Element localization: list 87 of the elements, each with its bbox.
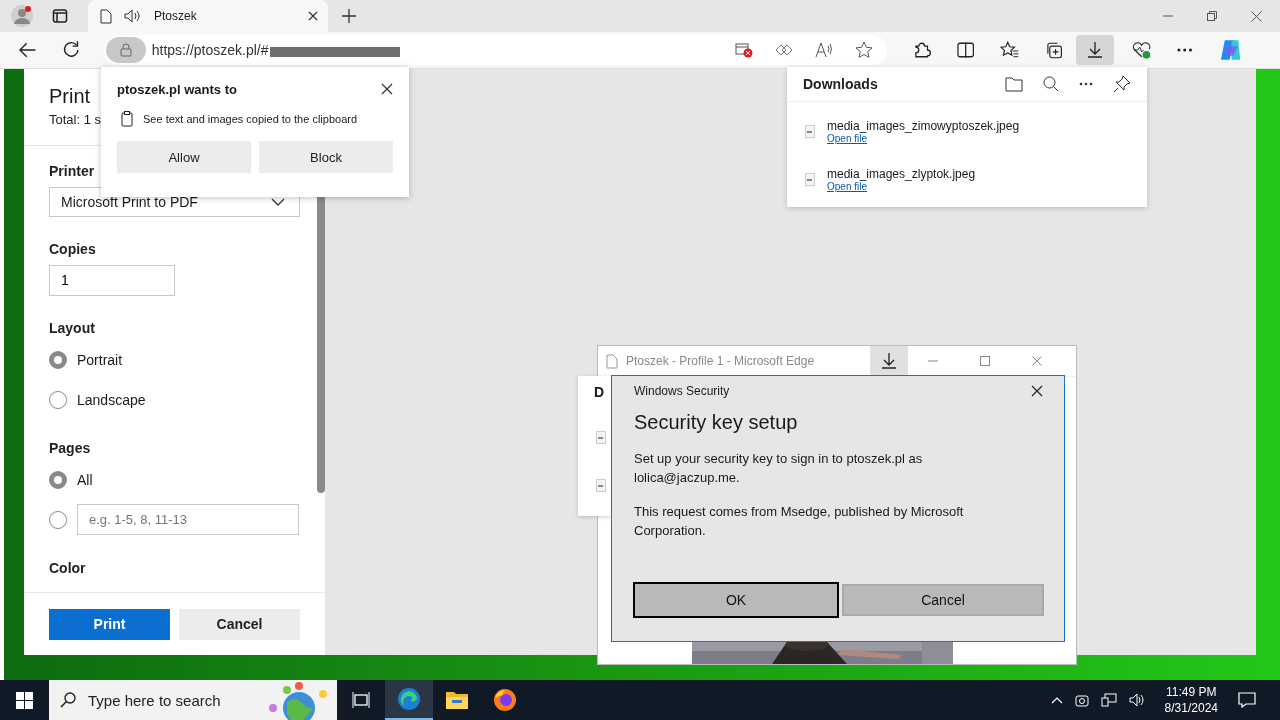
taskbar-search-field[interactable]: Type here to search [49,680,337,720]
copies-label: Copies [49,240,97,257]
dialog-text: This request comes from Msedge, published by Microsoft Corporation. [634,503,965,540]
edge-app-icon[interactable] [385,680,433,720]
downloads-title: D [594,384,605,400]
new-tab-icon[interactable] [342,9,356,23]
collections-icon[interactable] [1045,40,1063,59]
page-icon [606,353,618,369]
layout-label: Layout [49,319,96,336]
downloads-button[interactable] [1075,34,1115,65]
window-title: Ptoszek - Profile 1 - Microsoft Edge [626,354,815,368]
image-file-icon [596,431,606,444]
address-bar[interactable]: https://ptoszek.pl/# [103,34,888,65]
cancel-button[interactable]: Cancel [179,608,300,640]
back-icon[interactable] [19,41,37,58]
copies-field[interactable]: 1 [49,264,175,296]
total-text: Total: 1 s [49,111,102,127]
blocked-popup-icon[interactable] [735,41,754,58]
split-screen-icon[interactable] [956,41,974,58]
print-title: Print [49,84,91,108]
network-icon[interactable] [1100,693,1117,707]
download-icon [1087,41,1102,58]
url-text: https://ptoszek.pl/# [151,41,269,58]
file-name: media_images_zimowyptoszek.jpeg [827,118,1020,133]
clipboard-icon [121,111,133,127]
dialog-text: Set up your security key to sign in to ptoszek.pl as lolica@jaczup.me. [634,450,924,487]
more-icon[interactable] [1177,47,1193,52]
dialog-caption: Windows Security [634,384,730,398]
restore-icon[interactable] [1207,11,1217,21]
close-icon[interactable] [1031,385,1043,397]
folder-icon[interactable] [1005,76,1023,92]
favorites-icon[interactable] [999,40,1020,59]
file-name: media_images_zlyptok.jpeg [827,166,976,181]
image-file-icon [805,172,815,186]
windows-start-icon[interactable] [16,691,33,709]
lock-icon[interactable] [119,42,132,57]
dialog-button[interactable]: Cancel [842,584,1044,616]
download-icon [882,353,896,369]
downloads-button[interactable] [870,346,908,376]
health-icon[interactable] [1132,40,1152,59]
dialog-title: Security key setup [634,411,799,434]
image-file-icon [805,124,815,138]
close-icon[interactable] [381,83,393,95]
permission-text: See text and images copied to the clipboard [143,113,358,125]
page-icon [100,8,112,24]
image-file-icon [596,479,606,492]
profile-avatar-icon[interactable] [11,5,33,27]
close-icon[interactable] [308,11,318,21]
refresh-icon[interactable] [63,41,80,59]
permission-button[interactable]: Allow [117,141,251,173]
radio-label: All [77,471,93,488]
browser-tab[interactable]: Ptoszek [88,0,328,32]
camera-icon[interactable] [1074,693,1089,707]
printer-label: Printer [49,162,96,179]
open-file-link[interactable]: Open file [827,180,868,192]
puzzle-icon[interactable] [913,40,931,59]
close-icon[interactable] [1251,10,1262,22]
radio-button[interactable] [49,470,67,489]
more-icon[interactable] [1079,82,1093,86]
radio-label: Portrait [77,351,123,368]
radio-button[interactable] [49,350,67,369]
page-range-field[interactable]: e.g. 1-5, 8, 11-13 [77,504,299,536]
permission-button[interactable]: Block [259,141,393,173]
clock-date[interactable]: 8/31/2024 [1164,700,1218,716]
color-label: Color [49,559,87,576]
dialog-button[interactable]: OK [633,582,839,618]
notification-icon[interactable] [1238,692,1256,708]
downloads-title: Downloads [803,76,878,92]
tab-actions-icon[interactable] [52,8,68,24]
speaker-icon[interactable] [1128,693,1145,707]
search-icon [60,692,76,708]
pages-label: Pages [49,439,92,456]
clock-time[interactable]: 11:49 PM [1166,684,1217,700]
open-file-link[interactable]: Open file [827,132,868,144]
copilot-icon[interactable] [1218,37,1242,62]
chevron-down-icon [271,197,285,206]
link-icon[interactable] [775,43,794,56]
star-icon[interactable] [855,40,874,59]
chevron-up-icon[interactable] [1050,696,1063,704]
read-aloud-icon[interactable] [815,41,834,58]
print-button[interactable]: Print [49,608,170,640]
radio-label: Landscape [77,391,146,408]
pin-icon[interactable] [1113,75,1131,93]
maximize-icon[interactable] [980,356,990,366]
search-icon[interactable] [1043,76,1059,92]
popup-title: ptoszek.pl wants to [117,81,237,97]
speaker-icon[interactable] [124,9,142,23]
